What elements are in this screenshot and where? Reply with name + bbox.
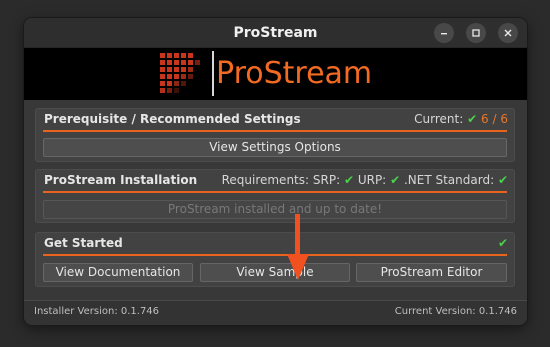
close-icon <box>504 29 512 37</box>
get-started-status: ✔ <box>498 236 508 250</box>
title-bar[interactable]: ProStream <box>24 18 527 48</box>
maximize-icon <box>472 29 480 37</box>
brand-banner: ProStream <box>24 48 527 100</box>
prerequisite-section: Prerequisite / Recommended Settings Curr… <box>35 108 515 162</box>
view-sample-button[interactable]: View Sample <box>200 263 350 282</box>
current-version: Current Version: 0.1.746 <box>394 306 517 317</box>
srp-label: SRP: <box>312 173 341 187</box>
current-label: Current: <box>414 112 464 126</box>
section-divider <box>43 254 507 256</box>
requirements-label: Requirements: <box>221 173 310 187</box>
red-arrow-annotation <box>287 214 309 280</box>
logo-divider <box>212 51 214 96</box>
install-status-button: ProStream installed and up to date! <box>43 200 507 219</box>
section-divider <box>43 130 507 132</box>
check-icon: ✔ <box>497 236 508 250</box>
view-documentation-button[interactable]: View Documentation <box>43 263 193 282</box>
prostream-logo-icon <box>160 53 200 93</box>
check-icon: ✔ <box>343 173 354 187</box>
check-icon: ✔ <box>390 173 401 187</box>
installation-section: ProStream Installation Requirements: SRP… <box>35 169 515 223</box>
prostream-editor-button[interactable]: ProStream Editor <box>356 263 507 282</box>
installer-version: Installer Version: 0.1.746 <box>34 306 160 317</box>
check-icon: ✔ <box>497 173 508 187</box>
requirements-status: Requirements: SRP: ✔ URP: ✔ .NET Standar… <box>222 173 508 187</box>
total-count: 6 <box>500 112 508 126</box>
view-settings-button[interactable]: View Settings Options <box>43 138 507 157</box>
section-title: ProStream Installation <box>44 173 198 187</box>
count-separator: / <box>492 112 497 126</box>
netstandard-label: .NET Standard: <box>403 173 495 187</box>
section-title: Get Started <box>44 236 123 250</box>
get-started-section: Get Started ✔ View Documentation View Sa… <box>35 232 515 287</box>
current-count: 6 <box>481 112 489 126</box>
status-bar: Installer Version: 0.1.746 Current Versi… <box>24 300 527 325</box>
check-icon: ✔ <box>467 112 478 126</box>
close-button[interactable] <box>498 23 518 43</box>
installer-window: ProStream ProStream Prerequisite / Recom… <box>24 18 527 325</box>
urp-label: URP: <box>357 173 387 187</box>
minimize-button[interactable] <box>434 23 454 43</box>
minimize-icon <box>441 33 447 35</box>
current-settings-status: Current: ✔ 6 / 6 <box>414 112 508 126</box>
logo-wordmark: ProStream <box>216 56 373 91</box>
section-title: Prerequisite / Recommended Settings <box>44 112 301 126</box>
maximize-button[interactable] <box>466 23 486 43</box>
section-divider <box>43 191 507 193</box>
